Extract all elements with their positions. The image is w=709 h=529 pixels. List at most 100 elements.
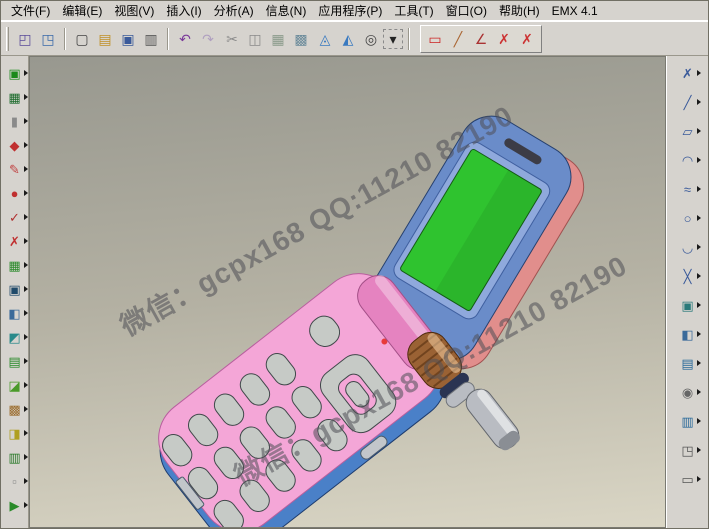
menu-emx[interactable]: EMX 4.1	[546, 2, 604, 20]
print-icon[interactable]: ▥	[140, 28, 162, 50]
left-tool-glyph: ▩	[8, 403, 20, 416]
parallelogram-tool-icon[interactable]: ▱	[676, 119, 700, 143]
menu-help[interactable]: 帮助(H)	[493, 0, 546, 21]
find-icon[interactable]: ◎	[360, 28, 382, 50]
revolve-blue-tool-icon[interactable]: ◧	[676, 322, 700, 346]
right-tool-glyph: ◉	[682, 386, 693, 399]
menu-window[interactable]: 窗口(O)	[440, 0, 493, 21]
save-file-icon[interactable]: ▣	[117, 28, 139, 50]
open-assembly-icon[interactable]: ◳	[37, 28, 59, 50]
phone-3d-model	[30, 57, 665, 527]
split-yellow-tool-icon[interactable]: ◨	[3, 421, 27, 445]
right-tool-glyph: ▣	[681, 299, 693, 312]
toolbar-icon-glyph: ✗	[498, 32, 510, 46]
selection-box-icon[interactable]: ▭	[424, 28, 446, 50]
pattern-color-tool-icon[interactable]: ▩	[3, 397, 27, 421]
small-gray-tool-icon[interactable]: ▫	[3, 469, 27, 493]
menu-application[interactable]: 应用程序(P)	[312, 0, 388, 21]
right-tool-glyph: ◡	[682, 241, 693, 254]
toolbar-icon-glyph: ✗	[521, 32, 533, 46]
toolbar-grip[interactable]	[6, 27, 9, 51]
line-2pt-tool-icon[interactable]: ╱	[676, 90, 700, 114]
menu-item-label: 编辑(E)	[62, 4, 102, 18]
window-box-tool-icon[interactable]: ▭	[676, 467, 700, 491]
undo-redo-toolbar-group: ↶↷	[173, 27, 220, 51]
menu-insert[interactable]: 插入(I)	[160, 0, 207, 21]
right-tool-glyph: ○	[684, 212, 692, 225]
left-tool-glyph: ◨	[8, 427, 20, 440]
file-toolbar-group: ▢ ▤▣▥	[70, 27, 163, 51]
snap-x-tool-icon[interactable]: ✗	[676, 61, 700, 85]
menu-analysis[interactable]: 分析(A)	[208, 0, 260, 21]
toolbar-icon-glyph: ▭	[428, 32, 441, 46]
left-toolbar: ▣▦▮◆✎●✓✗▦▣◧◩▤◪▩◨▥▫▶	[1, 56, 29, 528]
rotate-view-icon[interactable]: ◭	[337, 28, 359, 50]
menu-edit[interactable]: 编辑(E)	[56, 0, 108, 21]
left-tool-glyph: ▣	[8, 67, 20, 80]
copy-icon[interactable]: ◫	[244, 28, 266, 50]
new-file-icon[interactable]: ▢	[71, 28, 93, 50]
wcs-orient-icon[interactable]: ◬	[314, 28, 336, 50]
toolbar-icon-glyph: ↷	[202, 32, 214, 46]
toolbar-icon-glyph: ◳	[41, 32, 54, 46]
view-find-toolbar-group: ◬◭◎▾	[313, 27, 404, 51]
right-tool-glyph: ≈	[684, 183, 691, 196]
new-part-tool-icon[interactable]: ▣	[3, 61, 27, 85]
shaded-display-tool-icon[interactable]: ▦	[3, 85, 27, 109]
menu-file[interactable]: 文件(F)	[5, 0, 56, 21]
arc-tool-icon[interactable]: ◠	[676, 148, 700, 172]
circle-tool-icon[interactable]: ○	[676, 206, 700, 230]
graphics-viewport[interactable]: 微信：gcpx168 QQ:11210 82190 微信：gcpx168 QQ:…	[29, 56, 666, 528]
spline-tool-icon[interactable]: ≈	[676, 177, 700, 201]
cut-icon[interactable]: ✂	[221, 28, 243, 50]
menu-view[interactable]: 视图(V)	[108, 0, 160, 21]
undo-icon[interactable]: ↶	[174, 28, 196, 50]
menu-tools[interactable]: 工具(T)	[388, 0, 439, 21]
left-tool-glyph: ◪	[8, 379, 20, 392]
snap-toolbar-group: ▭ ╱∠ ✗ ✗	[420, 25, 542, 53]
green-arrow-tool-icon[interactable]: ▶	[3, 493, 27, 517]
midpoint-snap-icon[interactable]: ✗	[516, 28, 538, 50]
left-tool-glyph: ◆	[10, 139, 20, 152]
grid-green-tool-icon[interactable]: ▦	[3, 253, 27, 277]
left-tool-glyph: ✗	[9, 235, 20, 248]
corner-green-tool-icon[interactable]: ◪	[3, 373, 27, 397]
delete-red-tool-icon[interactable]: ✗	[3, 229, 27, 253]
menu-information[interactable]: 信息(N)	[260, 0, 313, 21]
face-teal-tool-icon[interactable]: ◩	[3, 325, 27, 349]
sketch-red-tool-icon[interactable]: ◆	[3, 133, 27, 157]
paste-special-icon[interactable]: ▩	[290, 28, 312, 50]
main-area: ▣▦▮◆✎●✓✗▦▣◧◩▤◪▩◨▥▫▶	[1, 56, 708, 528]
point-red-tool-icon[interactable]: ●	[3, 181, 27, 205]
layer-green-tool-icon[interactable]: ▤	[3, 349, 27, 373]
toolbar-icon-glyph: ▩	[294, 32, 307, 46]
extrude-teal-tool-icon[interactable]: ▣	[676, 293, 700, 317]
line-snap-icon[interactable]: ╱	[447, 28, 469, 50]
extrude-blue-tool-icon[interactable]: ◧	[3, 301, 27, 325]
paste-icon[interactable]: ▦	[267, 28, 289, 50]
concave-arc-tool-icon[interactable]: ◡	[676, 235, 700, 259]
angle-snap-icon[interactable]: ∠	[470, 28, 492, 50]
toolbar-icon-glyph: ▢	[75, 32, 88, 46]
cross-trim-tool-icon[interactable]: ╳	[676, 264, 700, 288]
view-corner-tool-icon[interactable]: ◳	[676, 438, 700, 462]
menu-item-label: EMX 4.1	[552, 4, 598, 18]
solid-cylinder-tool-icon[interactable]: ▮	[3, 109, 27, 133]
target-tool-icon[interactable]: ◉	[676, 380, 700, 404]
toolbar-options-icon[interactable]: ▾	[383, 29, 403, 49]
sketch-plane-tool-icon[interactable]: ▤	[676, 351, 700, 375]
open-file-icon[interactable]: ▤	[94, 28, 116, 50]
menu-bar: 文件(F) 编辑(E) 视图(V) 插入(I)分析(A) 信息(N) 应用程序(P)工具(…	[1, 1, 708, 21]
redo-icon[interactable]: ↷	[197, 28, 219, 50]
notebook-green-tool-icon[interactable]: ▥	[3, 445, 27, 469]
open-recent-part-icon[interactable]: ◰	[14, 28, 36, 50]
check-tool-icon[interactable]: ✓	[3, 205, 27, 229]
menu-item-label: 信息(N)	[266, 4, 307, 18]
edit-curve-tool-icon[interactable]: ✎	[3, 157, 27, 181]
pattern-blue-tool-icon[interactable]: ▥	[676, 409, 700, 433]
datum-dark-tool-icon[interactable]: ▣	[3, 277, 27, 301]
left-tool-glyph: ▤	[8, 355, 20, 368]
endpoint-snap-icon[interactable]: ✗	[493, 28, 515, 50]
menu-item-label: 视图(V)	[114, 4, 154, 18]
right-toolbar: ✗ ╱ ▱ ◠ ≈ ○ ◡ ╳ ▣ ◧ ▤ ◉ ▥ ◳ ▭	[666, 56, 708, 528]
